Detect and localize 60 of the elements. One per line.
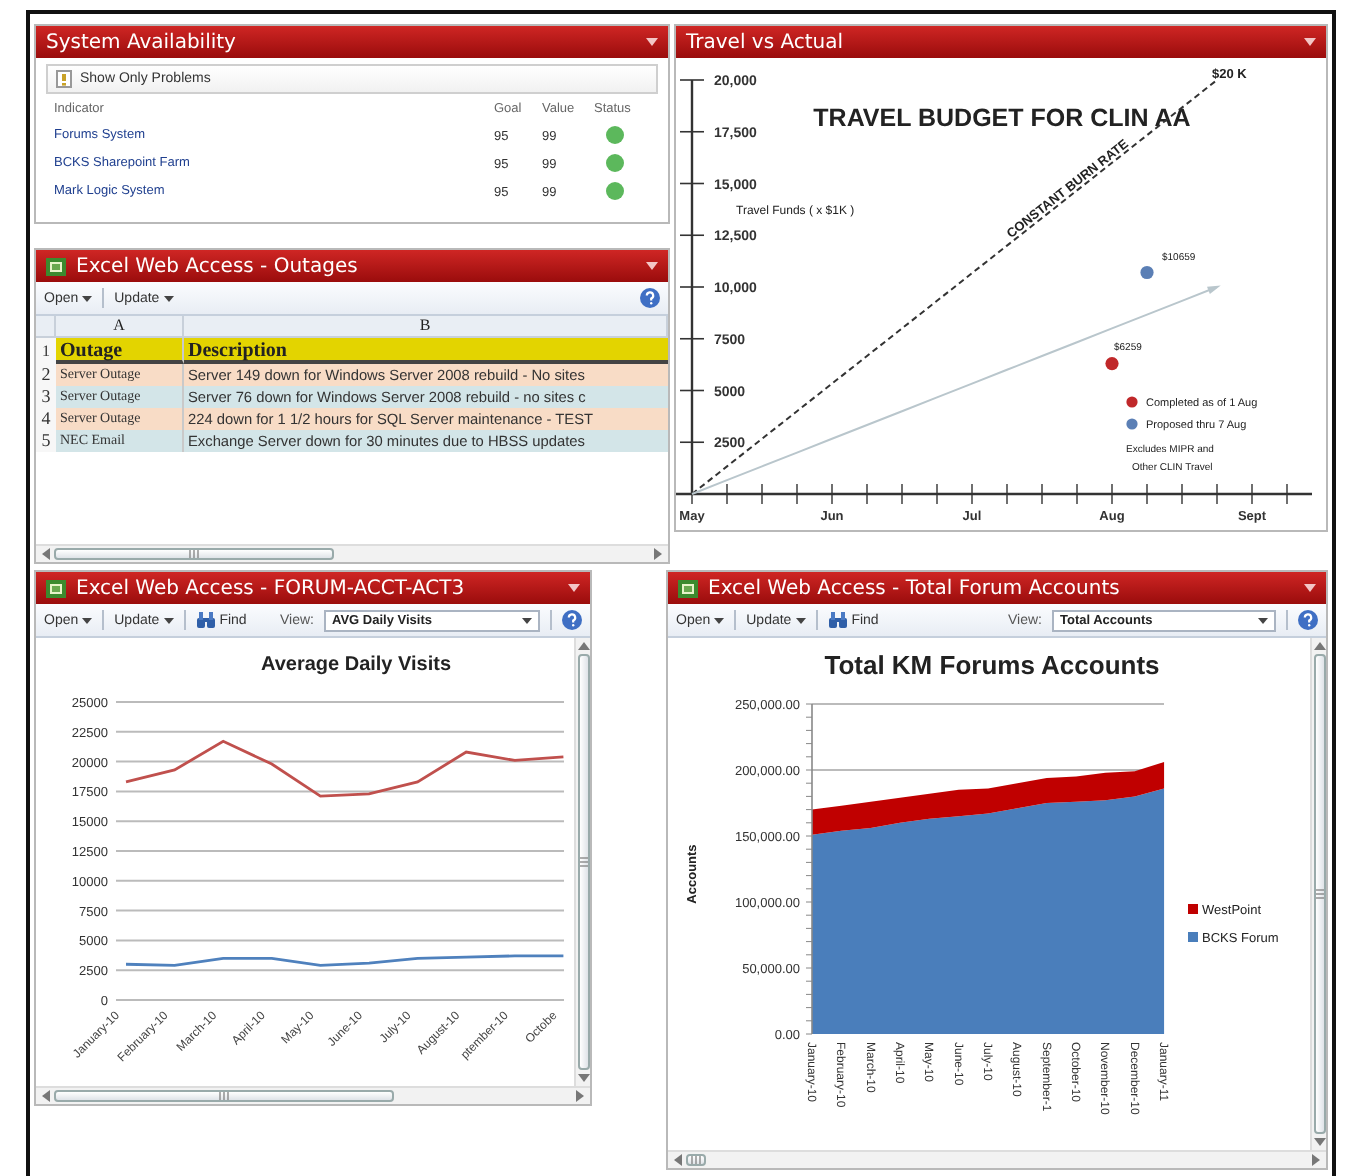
scroll-left-icon[interactable] — [42, 1090, 50, 1102]
help-icon[interactable] — [640, 288, 660, 308]
vertical-scrollbar[interactable] — [1310, 638, 1326, 1150]
panel-title: Excel Web Access - Outages — [76, 255, 360, 277]
scroll-down-icon[interactable] — [1313, 1138, 1325, 1146]
horizontal-scrollbar[interactable] — [36, 544, 668, 562]
scroll-left-icon[interactable] — [42, 548, 50, 560]
panel-title: Travel vs Actual — [686, 31, 846, 53]
chart-title: Total KM Forums Accounts — [824, 650, 1160, 680]
caret-icon — [522, 617, 532, 623]
scroll-up-icon[interactable] — [577, 642, 589, 650]
scroll-right-icon[interactable] — [654, 548, 662, 560]
chart-title: Average Daily Visits — [260, 654, 452, 676]
scroll-right-icon[interactable] — [576, 1090, 584, 1102]
spreadsheet-cell: Description — [184, 338, 668, 364]
menu-caret-icon[interactable] — [1304, 584, 1316, 592]
grip-icon[interactable] — [579, 856, 587, 868]
help-icon[interactable] — [562, 610, 582, 630]
grip-icon[interactable] — [1315, 888, 1323, 900]
spreadsheet-icon — [678, 579, 698, 597]
caret-icon — [1258, 617, 1268, 623]
caret-icon — [714, 617, 725, 623]
chart-title: TRAVEL BUDGET FOR CLIN AA — [813, 104, 1191, 132]
caret-icon — [163, 295, 174, 301]
menu-caret-icon[interactable] — [568, 584, 580, 592]
menu-caret-icon[interactable] — [646, 38, 658, 46]
horizontal-scrollbar[interactable] — [36, 1086, 590, 1104]
row-number: 2 — [36, 364, 56, 386]
horizontal-scrollbar[interactable] — [668, 1150, 1326, 1168]
caret-icon — [82, 295, 93, 301]
menu-caret-icon[interactable] — [1304, 38, 1316, 46]
caret-icon — [82, 617, 93, 623]
binoculars-icon — [827, 612, 848, 628]
spreadsheet-cell: Outage — [56, 338, 184, 364]
row-number: 5 — [36, 430, 56, 452]
grip-icon[interactable] — [186, 550, 202, 558]
caret-icon — [163, 617, 174, 623]
grip-icon[interactable] — [688, 1156, 704, 1164]
row-number: 1 — [36, 338, 56, 364]
arrowhead-icon — [1207, 285, 1221, 294]
scroll-right-icon[interactable] — [1312, 1154, 1320, 1166]
spreadsheet-icon — [46, 579, 66, 597]
scroll-up-icon[interactable] — [1313, 642, 1325, 650]
row-number: 4 — [36, 408, 56, 430]
menu-caret-icon[interactable] — [646, 262, 658, 270]
row-number: 3 — [36, 386, 56, 408]
binoculars-icon — [195, 612, 216, 628]
panel-title: System Availability — [46, 31, 238, 53]
vertical-scrollbar[interactable] — [574, 638, 590, 1086]
scroll-down-icon[interactable] — [577, 1074, 589, 1082]
help-icon[interactable] — [1298, 610, 1318, 630]
column-header: B — [184, 316, 668, 338]
column-header: A — [56, 316, 184, 338]
panel-title: Excel Web Access - Total Forum Accounts — [708, 577, 1122, 599]
panel-title: Excel Web Access - FORUM-ACCT-ACT3 — [76, 577, 467, 599]
filter-icon — [56, 70, 72, 88]
scroll-left-icon[interactable] — [674, 1154, 682, 1166]
caret-icon — [795, 617, 806, 623]
grip-icon[interactable] — [216, 1092, 232, 1100]
spreadsheet-icon — [46, 257, 66, 275]
